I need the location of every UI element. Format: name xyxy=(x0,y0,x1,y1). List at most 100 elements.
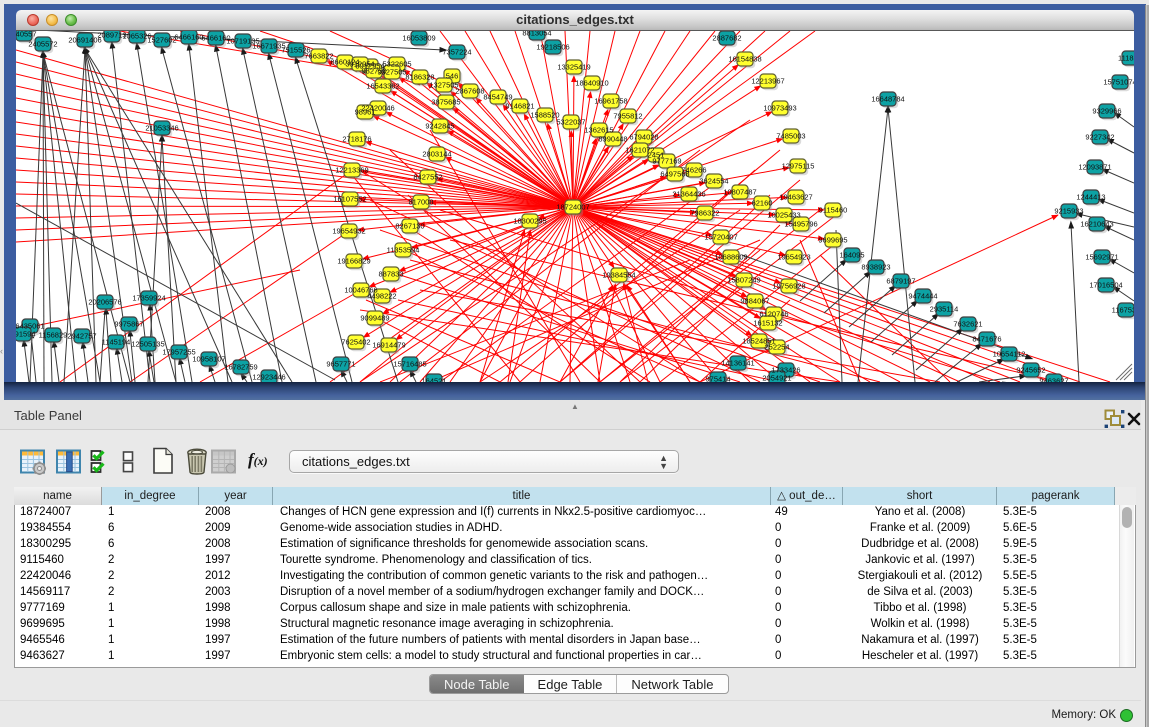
svg-text:6120746: 6120746 xyxy=(759,310,788,319)
svg-text:7357224: 7357224 xyxy=(442,48,471,57)
svg-text:2718176: 2718176 xyxy=(342,135,371,144)
svg-text:19166829: 19166829 xyxy=(337,257,370,266)
svg-text:9657771: 9657771 xyxy=(326,360,355,369)
svg-text:9215933: 9215933 xyxy=(1054,207,1083,216)
svg-text:6879197: 6879197 xyxy=(886,277,915,286)
svg-text:975414: 975414 xyxy=(705,375,730,382)
svg-text:1588520: 1588520 xyxy=(530,111,559,120)
svg-text:8471676: 8471676 xyxy=(972,335,1001,344)
svg-text:9463627: 9463627 xyxy=(1039,377,1068,382)
svg-text:1167533: 1167533 xyxy=(1112,306,1134,315)
svg-text:12213967: 12213967 xyxy=(751,77,784,86)
svg-text:17016504: 17016504 xyxy=(1089,281,1122,290)
svg-text:15495796: 15495796 xyxy=(784,220,817,229)
svg-text:16053809: 16053809 xyxy=(402,34,435,43)
svg-text:12923446: 12923446 xyxy=(252,373,285,382)
svg-text:111853: 111853 xyxy=(1118,54,1134,63)
svg-text:20206576: 20206576 xyxy=(88,298,121,307)
svg-text:10807487: 10807487 xyxy=(723,188,756,197)
svg-text:10973493: 10973493 xyxy=(763,104,796,113)
svg-text:18300295: 18300295 xyxy=(513,217,546,226)
svg-text:1145194: 1145194 xyxy=(102,338,131,347)
svg-text:9242845: 9242845 xyxy=(425,122,454,131)
svg-text:13325419: 13325419 xyxy=(557,63,590,72)
svg-text:18724007: 18724007 xyxy=(556,203,589,212)
svg-text:11353594: 11353594 xyxy=(387,246,420,255)
svg-text:16107552: 16107552 xyxy=(333,195,366,204)
svg-text:2054921: 2054921 xyxy=(762,374,791,382)
svg-text:7955812: 7955812 xyxy=(613,112,642,121)
svg-text:5322037: 5322037 xyxy=(556,118,585,127)
svg-text:16154838: 16154838 xyxy=(728,55,761,64)
svg-text:982750: 982750 xyxy=(361,67,386,76)
svg-text:19218506: 19218506 xyxy=(536,43,569,52)
svg-text:9975867: 9975867 xyxy=(114,320,143,329)
svg-text:15716485: 15716485 xyxy=(393,360,426,369)
svg-text:16543362: 16543362 xyxy=(366,82,399,91)
svg-text:21053346: 21053346 xyxy=(145,124,178,133)
svg-text:10958107: 10958107 xyxy=(192,355,225,364)
svg-text:9115460: 9115460 xyxy=(819,206,848,215)
svg-text:9099489: 9099489 xyxy=(360,314,389,323)
svg-text:19463627: 19463627 xyxy=(779,193,812,202)
svg-text:391594: 391594 xyxy=(16,330,36,339)
svg-text:15751074: 15751074 xyxy=(1103,78,1134,87)
svg-text:3624554: 3624554 xyxy=(699,177,728,186)
svg-text:15692971: 15692971 xyxy=(1085,253,1118,262)
svg-text:16961758: 16961758 xyxy=(594,97,627,106)
svg-text:16782759: 16782759 xyxy=(224,363,257,372)
svg-text:1244413: 1244413 xyxy=(1076,193,1105,202)
svg-text:8938923: 8938923 xyxy=(861,263,890,272)
svg-text:10025433: 10025433 xyxy=(767,211,800,220)
svg-text:19654932: 19654932 xyxy=(332,227,365,236)
svg-text:6466160: 6466160 xyxy=(174,33,203,42)
svg-text:12975115: 12975115 xyxy=(782,162,815,171)
svg-text:12505135: 12505135 xyxy=(131,340,164,349)
svg-text:19654923: 19654923 xyxy=(777,253,810,262)
svg-text:8454749: 8454749 xyxy=(483,93,512,102)
svg-text:8990448: 8990448 xyxy=(598,135,627,144)
svg-text:15720407: 15720407 xyxy=(704,233,737,242)
svg-text:98961: 98961 xyxy=(355,108,376,117)
svg-text:10654112: 10654112 xyxy=(993,350,1026,359)
svg-text:817008: 817008 xyxy=(408,198,433,207)
svg-text:10688609: 10688609 xyxy=(714,253,747,262)
svg-text:252254: 252254 xyxy=(764,343,789,352)
svg-text:16210643: 16210643 xyxy=(1080,220,1113,229)
svg-text:1327505: 1327505 xyxy=(429,81,458,90)
svg-text:546: 546 xyxy=(446,72,459,81)
svg-text:9146821: 9146821 xyxy=(505,102,534,111)
svg-text:9227342: 9227342 xyxy=(1085,133,1114,142)
svg-text:62160: 62160 xyxy=(752,199,773,208)
svg-text:9699695: 9699695 xyxy=(818,236,847,245)
svg-text:7485003: 7485003 xyxy=(776,132,805,141)
svg-text:12213369: 12213369 xyxy=(335,166,368,175)
svg-text:164095: 164095 xyxy=(839,251,864,260)
svg-text:3875685: 3875685 xyxy=(431,98,460,107)
svg-text:17957255: 17957255 xyxy=(162,348,195,357)
svg-text:6794028: 6794028 xyxy=(629,133,658,142)
svg-text:7663822: 7663822 xyxy=(304,52,333,61)
svg-text:2935114: 2935114 xyxy=(930,305,959,314)
svg-text:8267130: 8267130 xyxy=(395,222,424,231)
svg-text:9329966: 9329966 xyxy=(1092,107,1121,116)
svg-text:1527602: 1527602 xyxy=(147,36,176,45)
svg-text:9245652: 9245652 xyxy=(1016,366,1045,375)
svg-text:16648784: 16648784 xyxy=(871,95,904,104)
svg-text:4498222: 4498222 xyxy=(367,292,396,301)
svg-text:164521: 164521 xyxy=(421,377,446,382)
svg-text:7632621: 7632621 xyxy=(953,320,982,329)
svg-text:7625402: 7625402 xyxy=(341,338,370,347)
svg-text:746266: 746266 xyxy=(681,166,706,175)
svg-text:8813054: 8813054 xyxy=(522,31,551,38)
svg-text:16914479: 16914479 xyxy=(372,341,405,350)
svg-text:12093871: 12093871 xyxy=(1078,163,1111,172)
svg-text:17359924: 17359924 xyxy=(132,294,165,303)
svg-text:19384554: 19384554 xyxy=(602,271,635,280)
svg-text:9884067: 9884067 xyxy=(740,297,769,306)
svg-text:9777169: 9777169 xyxy=(652,157,681,166)
svg-text:2405572: 2405572 xyxy=(28,40,57,49)
svg-text:19756928: 19756928 xyxy=(772,282,805,291)
svg-text:2867608: 2867608 xyxy=(455,87,484,96)
svg-text:14136141: 14136141 xyxy=(721,359,754,368)
